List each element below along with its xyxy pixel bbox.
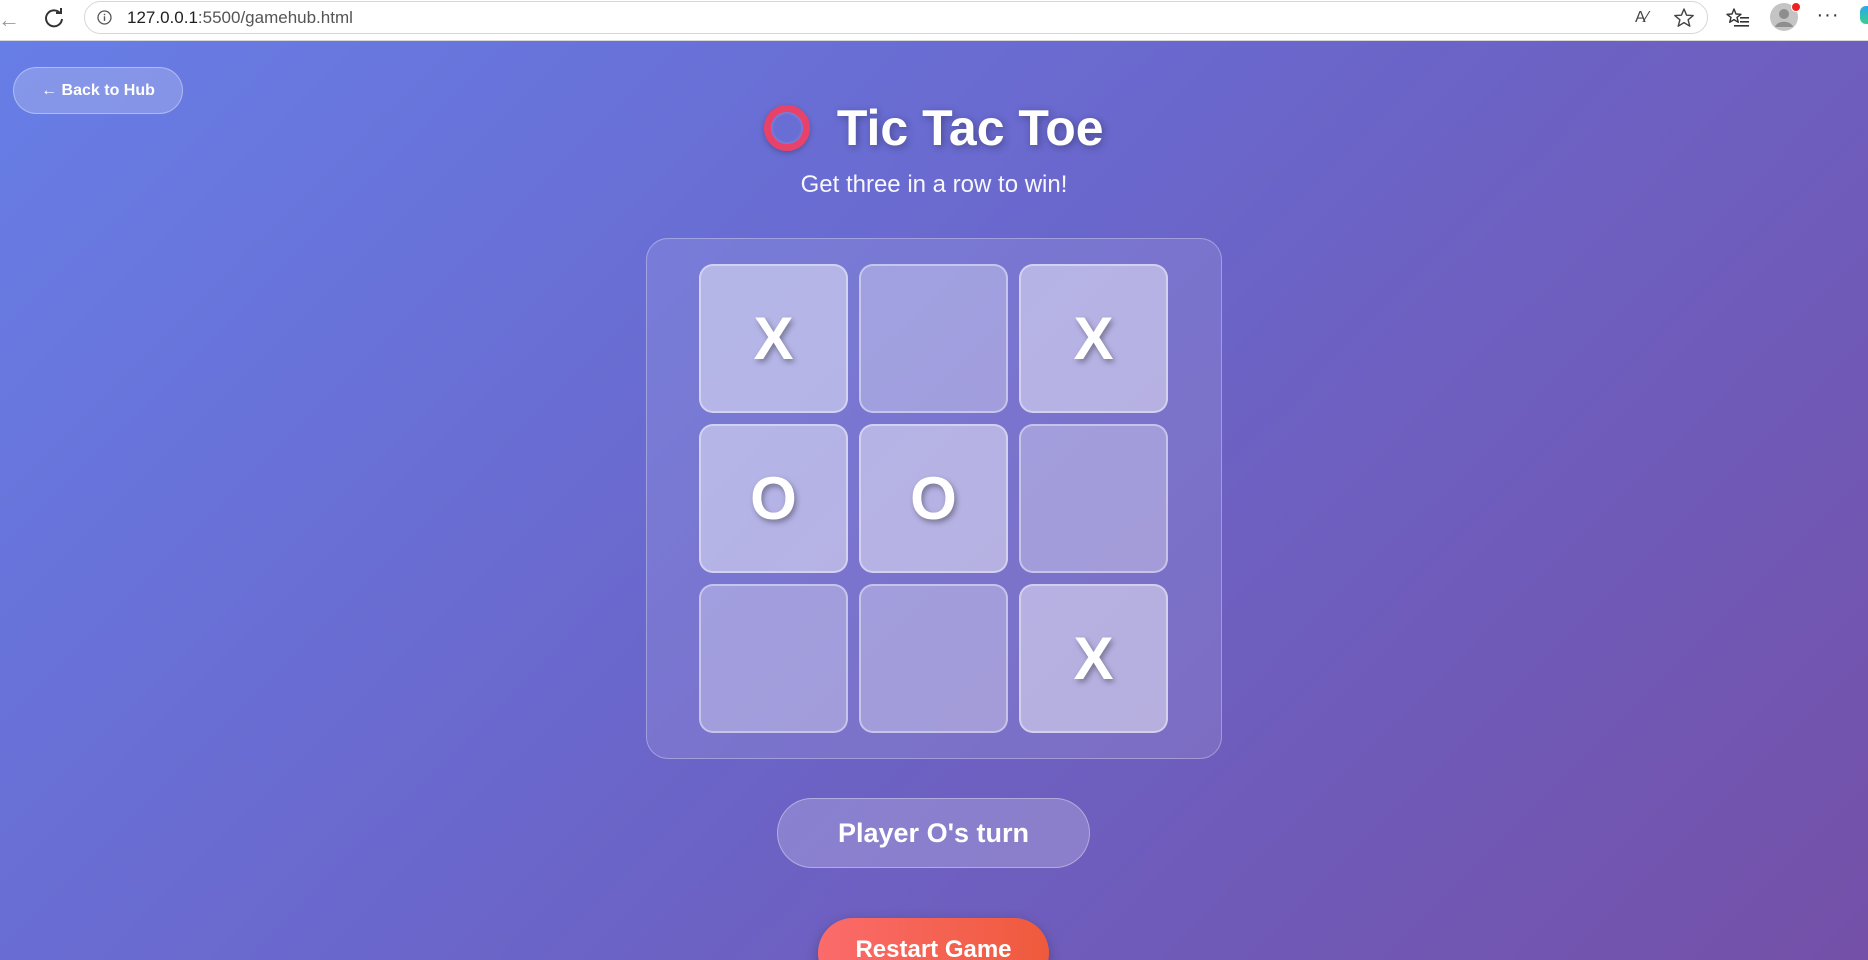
board-cell-r3c3[interactable]: X	[1019, 584, 1168, 733]
star-icon[interactable]	[1673, 7, 1695, 29]
page-title: Tic Tac Toe	[836, 100, 1104, 156]
more-icon[interactable]: ···	[1816, 4, 1840, 28]
board-panel: X X O O X	[646, 238, 1222, 759]
refresh-icon[interactable]	[40, 4, 68, 32]
board-cell-r1c3[interactable]: X	[1019, 264, 1168, 413]
board-cell-r2c3[interactable]	[1019, 424, 1168, 573]
info-icon[interactable]	[97, 10, 112, 25]
read-aloud-icon[interactable]: A⁄	[1635, 7, 1657, 29]
game-page: ← Back to Hub Tic Tac Toe Get three in a…	[0, 41, 1868, 960]
board-cell-r1c2[interactable]	[859, 264, 1008, 413]
browser-toolbar: ← 127.0.0.1:5500/gamehub.html A⁄ ···	[0, 0, 1868, 41]
turn-status: Player O's turn	[777, 798, 1090, 868]
notification-dot	[1791, 2, 1801, 12]
back-arrow-icon[interactable]: ←	[0, 6, 22, 34]
board-cell-r1c1[interactable]: X	[699, 264, 848, 413]
url-path: :5500/gamehub.html	[197, 8, 353, 27]
board-cell-r3c1[interactable]	[699, 584, 848, 733]
title-row: Tic Tac Toe	[0, 99, 1868, 167]
url-host: 127.0.0.1	[127, 8, 198, 27]
favorites-icon[interactable]	[1726, 6, 1750, 30]
board-cell-r2c1[interactable]: O	[699, 424, 848, 573]
heavy-circle-icon	[764, 105, 811, 151]
url-text[interactable]: 127.0.0.1:5500/gamehub.html	[127, 8, 353, 28]
board-cell-r2c2[interactable]: O	[859, 424, 1008, 573]
page-subtitle: Get three in a row to win!	[800, 171, 1068, 198]
profile-icon[interactable]	[1770, 2, 1801, 31]
copilot-icon[interactable]	[1860, 6, 1868, 24]
game-board: X X O O X	[699, 264, 1169, 734]
address-bar[interactable]: 127.0.0.1:5500/gamehub.html A⁄	[84, 1, 1708, 34]
board-cell-r3c2[interactable]	[859, 584, 1008, 733]
restart-game-button[interactable]: Restart Game	[818, 918, 1049, 960]
